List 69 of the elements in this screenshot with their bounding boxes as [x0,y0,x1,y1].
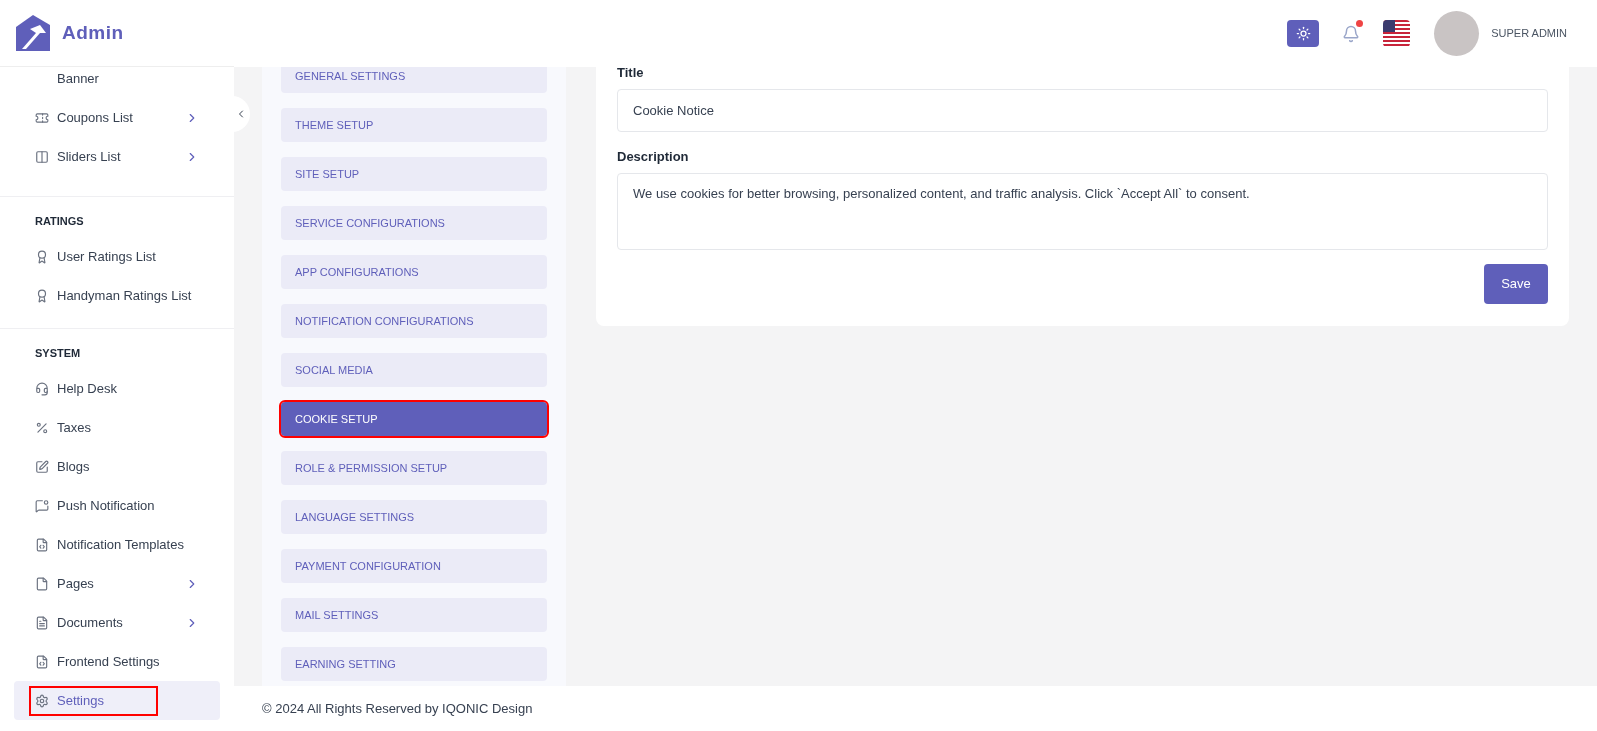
sidebar-item-label: Handyman Ratings List [57,287,192,306]
settings-menu-item[interactable]: PAYMENT CONFIGURATION [281,549,547,583]
settings-menu-item[interactable]: SOCIAL MEDIA [281,353,547,387]
headset-icon [35,381,49,396]
sidebar-item-label: Notification Templates [57,535,184,554]
sidebar-item-label: Help Desk [57,379,117,398]
sidebar-item[interactable]: Help Desk [14,369,220,408]
sidebar-item[interactable]: Frontend Settings [14,642,220,681]
sidebar-item-label: Settings [57,691,104,710]
sidebar-item[interactable]: Pages [14,564,220,603]
sidebar-item-label: Documents [57,613,123,632]
sidebar-item-label: Sliders List [57,147,121,166]
brand-name: Admin [62,20,124,45]
sun-icon [1295,26,1311,41]
ticket-icon [35,110,49,125]
copyright-text: © 2024 All Rights Reserved by IQONIC Design [262,699,533,718]
document-icon [35,615,49,630]
award-icon [35,250,49,264]
settings-menu-item[interactable]: ROLE & PERMISSION SETUP [281,451,547,485]
slides-icon [35,149,49,164]
sidebar-item[interactable]: Banner [14,67,220,98]
sidebar-item[interactable]: Blogs [14,447,220,486]
sidebar-item-label: Taxes [57,418,91,437]
bell-icon [1342,24,1361,43]
edit-icon [35,459,49,474]
sidebar-item[interactable]: Documents [14,603,220,642]
sidebar-item[interactable]: Taxes [14,408,220,447]
user-name: SUPER ADMIN [1491,26,1567,42]
code-file-icon [35,654,49,669]
percent-icon [35,420,49,435]
sidebar-item-label: User Ratings List [57,248,156,267]
settings-menu-item[interactable]: NOTIFICATION CONFIGURATIONS [281,304,547,338]
title-input-field[interactable]: Cookie Notice [617,88,1548,132]
award-icon [35,289,49,303]
sidebar-item[interactable]: Settings [14,681,220,720]
page-icon [35,576,49,591]
sidebar-item[interactable]: Coupons List [14,98,220,137]
logo-icon [16,15,50,51]
settings-menu-item[interactable]: THEME SETUP [281,108,547,142]
settings-menu-item[interactable]: APP CONFIGURATIONS [281,255,547,289]
settings-menu-item[interactable]: SERVICE CONFIGURATIONS [281,206,547,240]
settings-menu-item[interactable]: LANGUAGE SETTINGS [281,500,547,534]
settings-menu-item[interactable]: COOKIE SETUP [281,402,547,436]
section-heading: RATINGS [34,214,85,229]
sidebar-item[interactable]: User Ratings List [14,237,220,277]
sidebar-item[interactable]: Handyman Ratings List [14,276,220,316]
sidebar-item-label: Coupons List [57,108,133,127]
section-heading: SYSTEM [34,345,82,361]
sidebar-item-label: Pages [57,574,94,593]
field-label: Title [617,64,645,82]
sidebar-item[interactable]: Notification Templates [14,525,220,564]
theme-toggle-button[interactable] [1287,20,1320,47]
us-flag-icon[interactable] [1383,20,1411,47]
settings-menu-item[interactable]: SITE SETUP [281,157,547,191]
message-icon [35,498,49,513]
sidebar-item[interactable]: Push Notification [14,486,220,525]
save-button[interactable]: Save [1484,264,1548,304]
settings-icon [35,693,49,708]
settings-menu-item[interactable]: GENERAL SETTINGS [281,67,547,93]
sidebar-item[interactable]: Sliders List [14,137,220,176]
description-input-field[interactable]: We use cookies for better browsing, personalized content, and traffic analysis. Click `Accept All` to consent. [617,173,1548,250]
sidebar-item-label: Banner [57,69,99,88]
settings-menu-item[interactable]: EARNING SETTING [281,647,547,681]
settings-menu-item[interactable]: MAIL SETTINGS [281,598,547,632]
sidebar-item-label: Frontend Settings [57,652,160,671]
field-label: Description [617,147,690,166]
sidebar-item-label: Blogs [57,457,90,476]
code-file-icon [35,537,49,552]
sidebar-item-label: Push Notification [57,496,155,515]
